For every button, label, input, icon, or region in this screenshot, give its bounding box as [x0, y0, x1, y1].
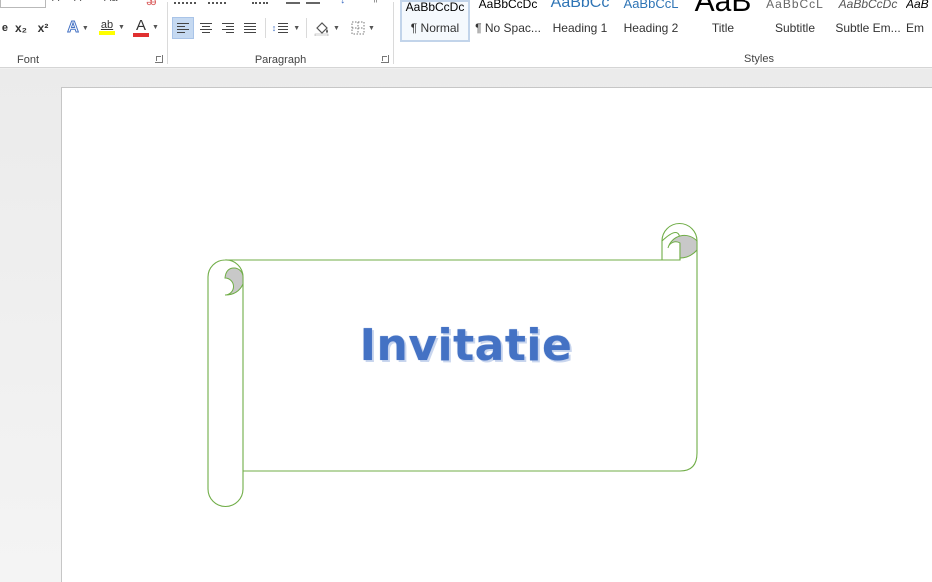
button-divider: [306, 18, 307, 38]
strikethrough-button[interactable]: e: [0, 18, 8, 38]
chevron-down-icon: ▼: [81, 24, 89, 32]
align-right-icon: [222, 23, 234, 33]
style-subtitle[interactable]: AaBbCcL Subtitle: [760, 0, 830, 42]
font-dialog-launcher-icon[interactable]: [155, 55, 163, 63]
text-effects-button[interactable]: A ▼: [62, 18, 94, 38]
grow-font-button[interactable]: A: [52, 0, 64, 4]
highlight-color-bar: [99, 31, 116, 35]
style-preview: AaB: [694, 0, 752, 18]
shading-button[interactable]: ▼: [310, 18, 344, 38]
style-preview: AaBbCc: [550, 0, 610, 11]
style-name: Subtle Em...: [835, 21, 901, 35]
multilevel-list-button[interactable]: [252, 0, 268, 4]
style-name: Heading 1: [552, 21, 608, 35]
style-no-spacing[interactable]: AaBbCcDc ¶ No Spac...: [472, 0, 544, 42]
chevron-down-icon: ▼: [152, 23, 159, 31]
style-preview: AaBbCcL: [766, 0, 824, 11]
chevron-down-icon: ▼: [333, 24, 340, 32]
font-group-label: Font: [16, 54, 39, 66]
change-case-button[interactable]: Aa: [104, 0, 120, 4]
align-center-icon: [200, 23, 212, 33]
style-emphasis[interactable]: AaB Em: [906, 0, 932, 42]
align-left-button[interactable]: [172, 17, 194, 39]
style-name: Em: [906, 21, 924, 35]
style-subtle-emphasis[interactable]: AaBbCcDc Subtle Em...: [832, 0, 904, 42]
font-color-icon: A: [133, 18, 150, 37]
style-name: Heading 2: [623, 21, 679, 35]
chevron-down-icon: ▼: [293, 24, 301, 32]
style-name: Title: [711, 21, 735, 35]
style-preview: AaBbCcL: [623, 0, 679, 11]
font-group: A A Aa ꭂ e x₂ x² A ▼ ab ▼ A ▼ Font: [0, 0, 167, 67]
style-preview: AaBbCcDc: [838, 0, 898, 11]
align-left-icon: [177, 23, 189, 33]
invitation-title[interactable]: Invitatie: [206, 320, 726, 371]
style-preview: AaBbCcDc: [478, 0, 538, 11]
text-effects-icon: A: [67, 19, 80, 37]
font-color-button[interactable]: A ▼: [130, 16, 162, 38]
justify-icon: [244, 23, 256, 33]
style-title[interactable]: AaB Title: [688, 0, 758, 42]
style-preview: AaB: [906, 0, 929, 11]
numbering-button[interactable]: [208, 0, 226, 4]
style-heading-2[interactable]: AaBbCcL Heading 2: [616, 0, 686, 42]
shrink-font-button[interactable]: A: [74, 0, 86, 4]
subscript-button[interactable]: x₂: [12, 18, 30, 38]
decrease-indent-button[interactable]: [286, 0, 300, 4]
line-spacing-icon: ↕: [272, 23, 291, 33]
sort-button[interactable]: ↕: [340, 0, 354, 6]
line-spacing-button[interactable]: ↕ ▼: [270, 18, 302, 38]
paragraph-group-label: Paragraph: [254, 54, 307, 66]
font-size-box[interactable]: [0, 0, 46, 8]
styles-group-label: Styles: [744, 53, 774, 65]
increase-indent-button[interactable]: [306, 0, 320, 4]
borders-button[interactable]: ▼: [346, 18, 380, 38]
style-preview: AaBbCcDc: [405, 0, 465, 14]
align-center-button[interactable]: [195, 18, 217, 38]
clear-formatting-icon[interactable]: ꭂ: [146, 0, 158, 6]
bullets-button[interactable]: [174, 0, 196, 4]
style-name: Subtitle: [774, 21, 816, 35]
button-divider: [265, 18, 266, 38]
paint-bucket-icon: [314, 22, 329, 36]
style-heading-1[interactable]: AaBbCc Heading 1: [546, 0, 614, 42]
style-name: ¶ No Spac...: [475, 21, 541, 35]
justify-button[interactable]: [239, 18, 261, 38]
text-highlight-button[interactable]: ab ▼: [96, 16, 128, 38]
borders-icon: [351, 21, 365, 35]
style-name: ¶ Normal: [410, 21, 460, 35]
group-divider: [393, 2, 394, 64]
paragraph-group: ↕ ¶ ↕ ▼ ▼: [168, 0, 393, 67]
show-formatting-button[interactable]: ¶: [372, 0, 382, 4]
right-curl: [667, 234, 698, 259]
left-curl: [224, 267, 244, 296]
align-right-button[interactable]: [217, 18, 239, 38]
chevron-down-icon: ▼: [368, 24, 375, 32]
ribbon: A A Aa ꭂ e x₂ x² A ▼ ab ▼ A ▼ Font: [0, 0, 932, 68]
paragraph-dialog-launcher-icon[interactable]: [381, 55, 389, 63]
style-normal[interactable]: AaBbCcDc ¶ Normal: [400, 0, 470, 42]
highlighter-icon: ab: [99, 19, 116, 35]
font-color-bar: [133, 32, 150, 37]
superscript-button[interactable]: x²: [34, 18, 52, 38]
styles-gallery: AaBbCcDc ¶ Normal AaBbCcDc ¶ No Spac... …: [398, 0, 932, 44]
chevron-down-icon: ▼: [118, 23, 125, 31]
